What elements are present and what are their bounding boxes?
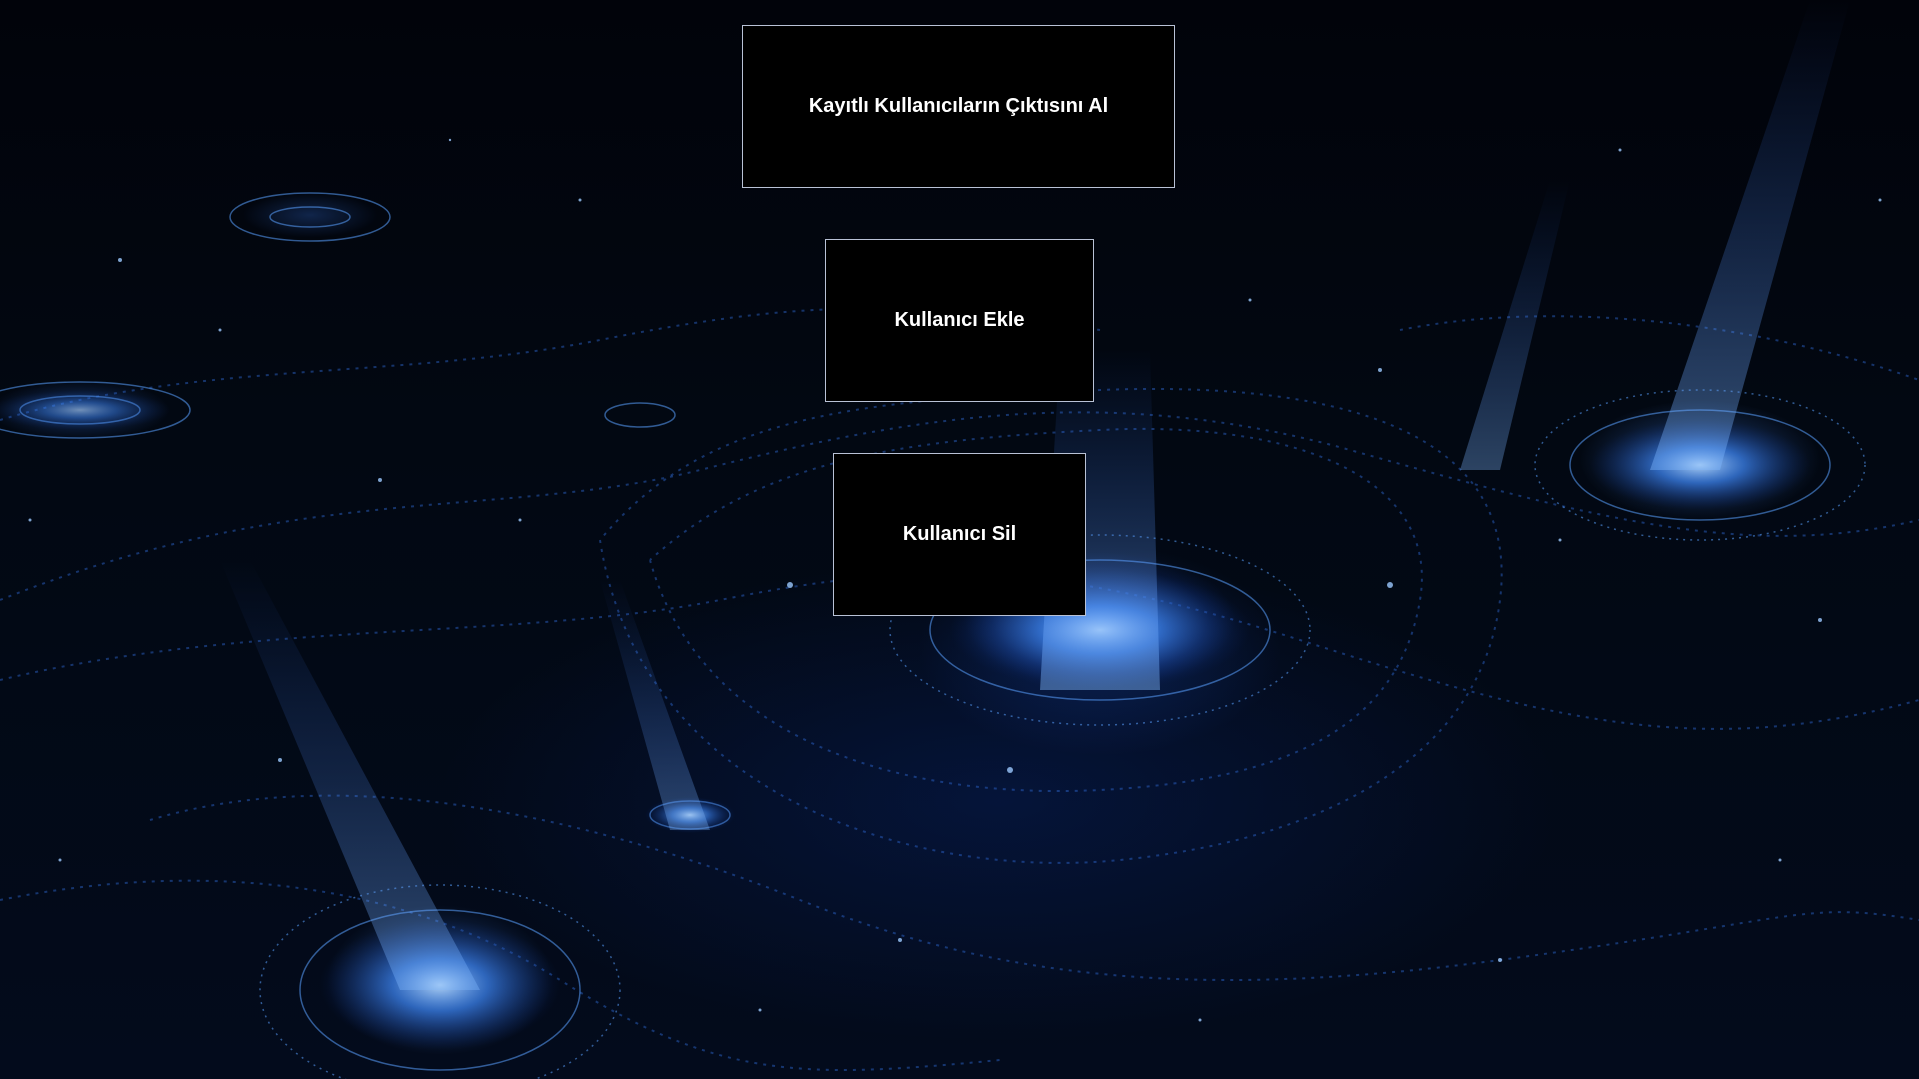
delete-user-button[interactable]: Kullanıcı Sil: [833, 453, 1086, 616]
export-registered-users-button[interactable]: Kayıtlı Kullanıcıların Çıktısını Al: [742, 25, 1175, 188]
add-user-button[interactable]: Kullanıcı Ekle: [825, 239, 1094, 402]
app-window: Kayıtlı Kullanıcıların Çıktısını Al Kull…: [0, 0, 1919, 1079]
